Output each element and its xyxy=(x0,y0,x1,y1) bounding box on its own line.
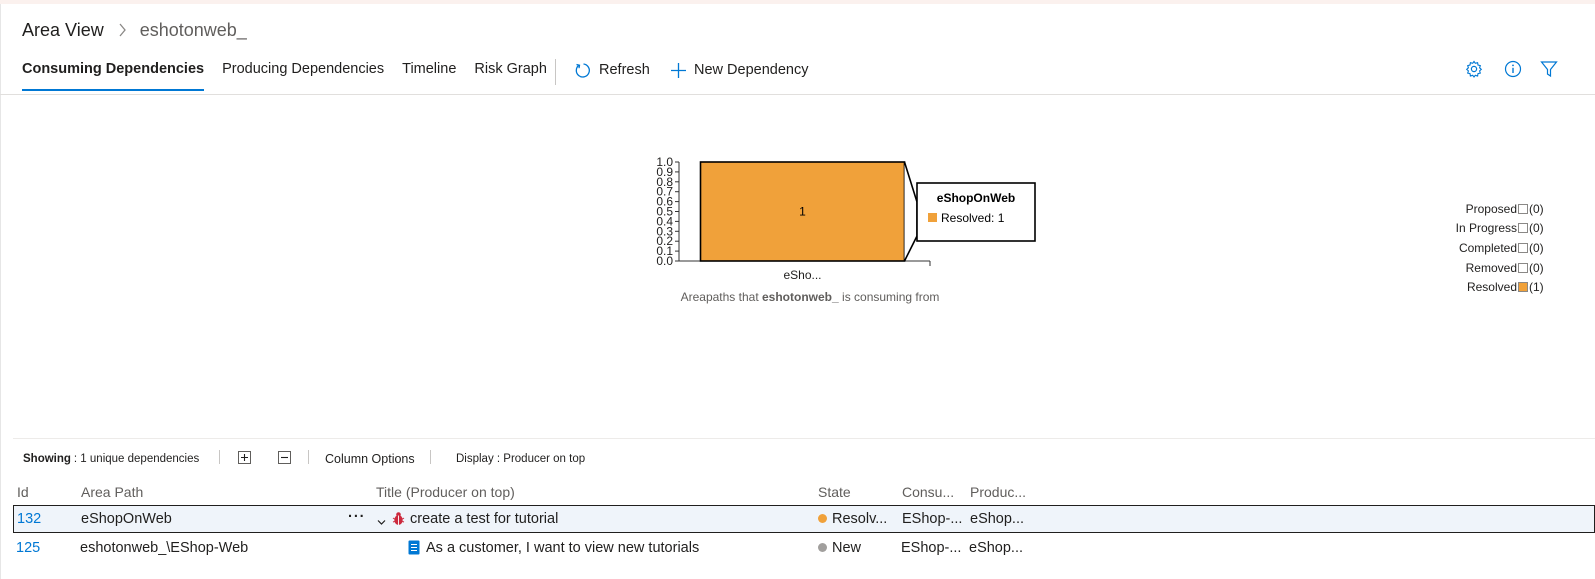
ellipsis-icon[interactable]: ··· xyxy=(348,509,366,525)
column-header-area-path[interactable]: Area Path xyxy=(81,484,143,500)
legend-item-completed: Completed (0) xyxy=(1456,238,1549,258)
legend-count: (0) xyxy=(1529,260,1544,275)
tab-timeline[interactable]: Timeline xyxy=(402,57,456,90)
legend-item-removed: Removed (0) xyxy=(1456,258,1549,278)
producer-cell: eShop... xyxy=(970,511,1025,527)
tab-risk-graph[interactable]: Risk Graph xyxy=(474,57,547,90)
legend-item-in-progress: In Progress (0) xyxy=(1456,219,1549,239)
grid-divider xyxy=(13,438,1595,439)
legend-count: (0) xyxy=(1529,240,1544,255)
chart-caption-area: eshotonweb_ xyxy=(762,290,839,304)
column-header-title[interactable]: Title (Producer on top) xyxy=(376,484,515,500)
breadcrumb: Area View eshotonweb_ xyxy=(22,18,247,42)
chevron-right-icon xyxy=(118,23,127,37)
area-path-cell: eShopOnWeb xyxy=(81,511,172,527)
column-header-state[interactable]: State xyxy=(818,484,851,500)
breadcrumb-root[interactable]: Area View xyxy=(22,20,104,41)
consumer-cell: EShop-... xyxy=(902,511,963,527)
chart-caption-suffix: is consuming from xyxy=(842,290,940,304)
producer-cell: eShop... xyxy=(969,540,1024,556)
chart-legend: Proposed (0) In Progress (0) Completed (… xyxy=(1456,199,1549,297)
bug-icon xyxy=(392,511,405,530)
area-path-cell: eshotonweb_\EShop-Web xyxy=(80,540,249,556)
column-header-consumer[interactable]: Consu... xyxy=(902,484,954,500)
legend-swatch-resolved xyxy=(1518,282,1528,293)
legend-item-resolved: Resolved (1) xyxy=(1456,277,1549,297)
table-row[interactable]: 125 eshotonweb_\EShop-Web As a customer,… xyxy=(13,535,1595,563)
display-mode[interactable]: Display : Producer on top xyxy=(456,451,585,467)
chart-caption-prefix: Areapaths that xyxy=(680,290,759,304)
state-cell: Resolv... xyxy=(818,511,887,527)
chart-caption: Areapaths that eshotonweb_ is consuming … xyxy=(600,290,1020,304)
column-header-producer[interactable]: Produc... xyxy=(970,484,1026,500)
breadcrumb-current: eshotonweb_ xyxy=(139,19,247,40)
showing-label: Showing xyxy=(23,453,71,465)
state-dot xyxy=(818,514,827,523)
legend-swatch xyxy=(1518,223,1528,234)
tab-bar: Consuming Dependencies Producing Depende… xyxy=(22,57,565,95)
gear-icon[interactable] xyxy=(1465,60,1483,81)
legend-swatch xyxy=(1518,203,1528,214)
work-item-id-link[interactable]: 132 xyxy=(17,511,41,527)
dependency-bar-chart: 1.00.90.80.70.60.50.40.30.20.10.01eSho..… xyxy=(656,155,1036,282)
user-story-icon xyxy=(408,540,420,559)
y-tick-label: 0.0 xyxy=(656,254,673,268)
legend-swatch xyxy=(1518,242,1528,253)
tooltip-pointer xyxy=(903,161,918,262)
state-label: New xyxy=(832,540,862,556)
tooltip-swatch xyxy=(928,213,937,222)
state-dot xyxy=(818,543,827,552)
chevron-down-icon[interactable] xyxy=(377,514,386,530)
state-cell: New xyxy=(818,540,861,556)
new-dependency-button[interactable]: New Dependency xyxy=(670,60,808,80)
tooltip-title: eShopOnWeb xyxy=(937,191,1015,205)
consumer-cell: EShop-... xyxy=(901,540,962,556)
legend-label: Completed xyxy=(1458,240,1517,255)
legend-label: Proposed xyxy=(1465,201,1517,216)
refresh-button[interactable]: Refresh xyxy=(575,60,650,80)
legend-count: (0) xyxy=(1529,221,1544,236)
legend-swatch xyxy=(1518,262,1528,273)
column-header-id[interactable]: Id xyxy=(17,484,29,500)
showing-value: : 1 unique dependencies xyxy=(73,453,200,465)
legend-count: (0) xyxy=(1529,201,1544,216)
state-label: Resolv... xyxy=(832,511,888,527)
refresh-icon xyxy=(575,62,592,79)
tabs-divider xyxy=(0,94,1595,95)
toolbar-divider xyxy=(555,59,556,85)
left-border xyxy=(0,4,1,579)
work-item-id-link[interactable]: 125 xyxy=(16,540,40,556)
toolbar-separator xyxy=(219,450,220,464)
showing-summary: Showing : 1 unique dependencies xyxy=(23,451,199,467)
column-options-button[interactable]: Column Options xyxy=(325,451,415,467)
top-accent-line xyxy=(0,0,1595,4)
legend-label: In Progress xyxy=(1455,221,1517,236)
tab-consuming-dependencies[interactable]: Consuming Dependencies xyxy=(22,57,205,91)
new-dependency-label: New Dependency xyxy=(694,62,809,78)
refresh-label: Refresh xyxy=(599,62,650,78)
legend-count: (1) xyxy=(1529,280,1544,295)
work-item-title[interactable]: As a customer, I want to view new tutori… xyxy=(426,540,699,556)
legend-label: Removed xyxy=(1465,260,1517,275)
toolbar-separator xyxy=(308,450,309,464)
work-item-title[interactable]: create a test for tutorial xyxy=(410,511,558,527)
info-icon[interactable] xyxy=(1504,60,1522,81)
toolbar-separator xyxy=(430,450,431,464)
filter-icon[interactable] xyxy=(1540,60,1558,81)
x-tick-label: eSho... xyxy=(783,268,821,282)
tooltip-entry: Resolved: 1 xyxy=(941,211,1005,225)
bar-value-label: 1 xyxy=(799,205,806,219)
plus-icon xyxy=(670,62,687,79)
expand-all-icon[interactable] xyxy=(238,449,251,465)
table-row[interactable]: 132 eShopOnWeb ··· create a test for tut… xyxy=(13,505,1595,533)
legend-item-proposed: Proposed (0) xyxy=(1456,199,1549,219)
collapse-all-icon[interactable] xyxy=(278,449,291,465)
legend-label: Resolved xyxy=(1466,280,1517,295)
tab-producing-dependencies[interactable]: Producing Dependencies xyxy=(222,57,384,90)
